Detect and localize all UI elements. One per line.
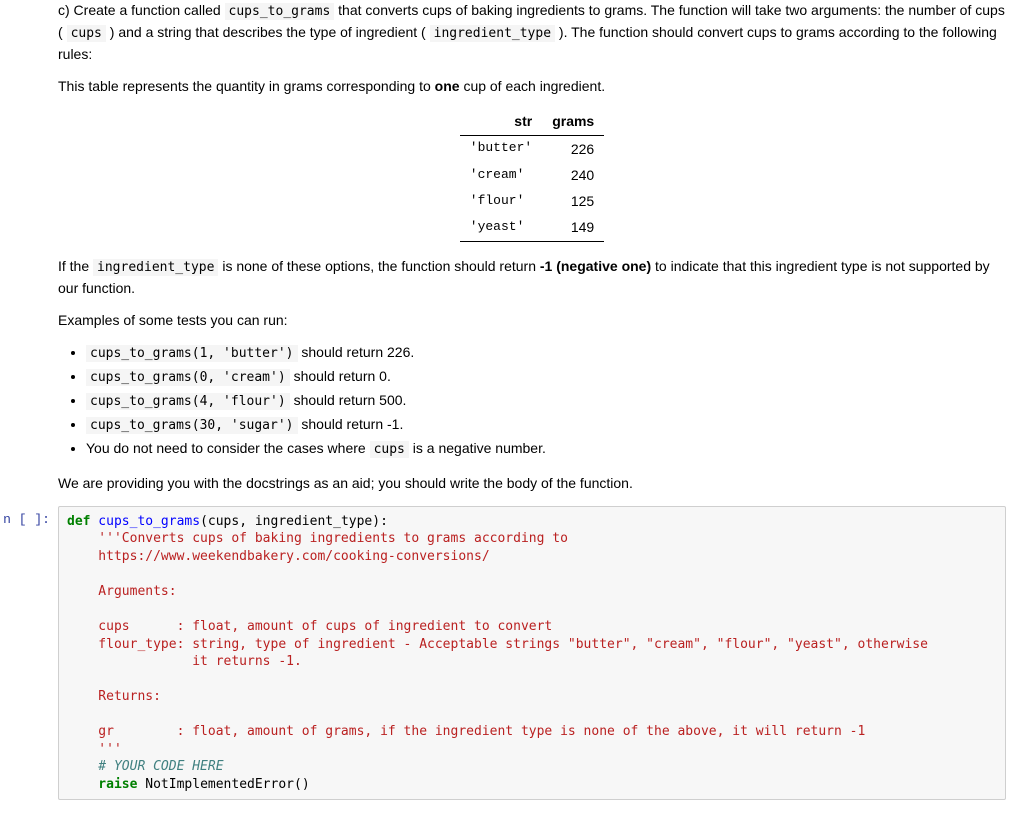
code-test: cups_to_grams(30, 'sugar') — [86, 417, 298, 434]
list-item: cups_to_grams(4, 'flour') should return … — [86, 390, 1006, 412]
question-text-block: c) Create a function called cups_to_gram… — [58, 0, 1006, 494]
code-test: cups_to_grams(0, 'cream') — [86, 369, 290, 386]
question-part-c: c) Create a function called cups_to_gram… — [58, 0, 1006, 64]
examples-label: Examples of some tests you can run: — [58, 310, 1006, 330]
table-row: 'cream' 240 — [460, 162, 604, 188]
code-input-area[interactable]: def cups_to_grams(cups, ingredient_type)… — [58, 506, 1006, 801]
code-test: cups_to_grams(1, 'butter') — [86, 345, 298, 362]
tests-list: cups_to_grams(1, 'butter') should return… — [58, 342, 1006, 459]
table-intro: This table represents the quantity in gr… — [58, 76, 1006, 96]
code-fn-name: cups_to_grams — [225, 3, 335, 20]
page-root: c) Create a function called cups_to_gram… — [0, 0, 1024, 820]
code-cell: n [ ]: def cups_to_grams(cups, ingredien… — [0, 506, 1006, 801]
code-content: def cups_to_grams(cups, ingredient_type)… — [67, 513, 997, 794]
list-item: cups_to_grams(0, 'cream') should return … — [86, 366, 1006, 388]
list-item: You do not need to consider the cases wh… — [86, 438, 1006, 460]
code-test: cups_to_grams(4, 'flour') — [86, 393, 290, 410]
cell-prompt: n [ ]: — [0, 506, 58, 527]
col-header-grams: grams — [542, 108, 604, 135]
code-cups: cups — [370, 441, 409, 458]
ingredient-table: str grams 'butter' 226 'cream' 240 'flou… — [460, 108, 604, 241]
list-item: cups_to_grams(30, 'sugar') should return… — [86, 414, 1006, 436]
code-arg-ingredient-type: ingredient_type — [430, 25, 555, 42]
docstring-note: We are providing you with the docstrings… — [58, 473, 1006, 493]
table-row: 'yeast' 149 — [460, 214, 604, 241]
table-row: 'flour' 125 — [460, 188, 604, 214]
code-arg-cups: cups — [67, 25, 106, 42]
list-item: cups_to_grams(1, 'butter') should return… — [86, 342, 1006, 364]
code-ingredient-type: ingredient_type — [93, 259, 218, 276]
part-label: c) Create a function called — [58, 2, 225, 18]
col-header-str: str — [460, 108, 542, 135]
table-row: 'butter' 226 — [460, 135, 604, 162]
fallback-rule: If the ingredient_type is none of these … — [58, 256, 1006, 298]
